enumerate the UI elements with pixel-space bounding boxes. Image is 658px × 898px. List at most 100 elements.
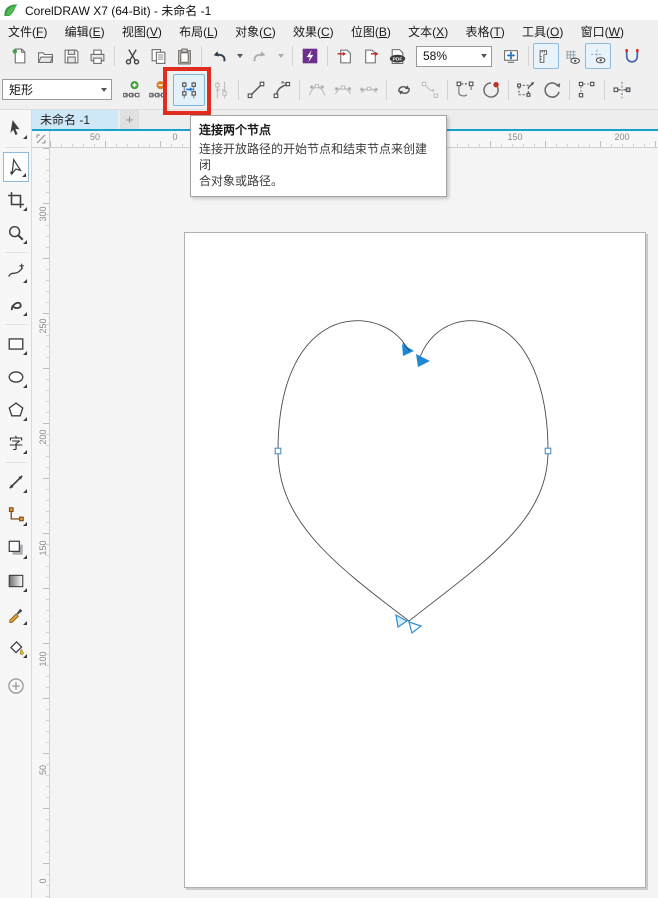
save-button[interactable] — [58, 43, 84, 69]
freehand-tool[interactable] — [3, 257, 29, 287]
menu-file[interactable]: 文件(F) — [8, 23, 47, 40]
hruler-label: 50 — [89, 132, 101, 142]
break-node-button[interactable] — [208, 77, 234, 103]
svg-text:字: 字 — [8, 436, 23, 452]
rotate-skew-nodes-button[interactable] — [539, 77, 565, 103]
new-document-button[interactable] — [6, 43, 32, 69]
polygon-tool[interactable] — [3, 395, 29, 425]
hruler-label: 150 — [507, 132, 523, 142]
menu-bitmaps[interactable]: 位图(B) — [351, 23, 391, 40]
document-tab-active[interactable]: 未命名 -1 — [32, 110, 118, 129]
application-launcher-button[interactable] — [297, 43, 323, 69]
show-grid-toggle[interactable] — [559, 43, 585, 69]
new-document-tab-button[interactable]: + — [120, 110, 139, 129]
menu-window[interactable]: 窗口(W) — [581, 23, 624, 40]
undo-button[interactable] — [206, 43, 232, 69]
symmetrical-node-button[interactable] — [356, 77, 382, 103]
curve-node-left — [274, 447, 282, 455]
cusp-node-button[interactable] — [304, 77, 330, 103]
hruler-label: 200 — [614, 132, 630, 142]
menu-object[interactable]: 对象(C) — [235, 23, 276, 40]
hruler-label: 0 — [172, 132, 178, 142]
shape-preset-value: 矩形 — [9, 83, 34, 97]
extend-curve-to-close-button[interactable] — [452, 77, 478, 103]
stretch-nodes-button[interactable] — [513, 77, 539, 103]
paste-button[interactable] — [171, 43, 197, 69]
join-two-nodes-button[interactable] — [173, 73, 205, 106]
full-screen-preview-button[interactable] — [498, 43, 524, 69]
tooltip-body-line2: 合对象或路径。 — [199, 174, 284, 188]
heart-path — [277, 320, 549, 622]
menu-table[interactable]: 表格(T) — [465, 23, 504, 40]
selected-node-arrow-1 — [402, 344, 414, 356]
convert-to-curve-button[interactable] — [269, 77, 295, 103]
transparency-tool[interactable] — [3, 566, 29, 596]
vertical-ruler[interactable]: 300 250 200 150 100 50 0 — [32, 148, 50, 898]
add-tools-button[interactable] — [3, 671, 29, 701]
add-node-button[interactable] — [118, 77, 144, 103]
smooth-node-button[interactable] — [330, 77, 356, 103]
snap-off-button[interactable] — [619, 43, 645, 69]
close-curve-button[interactable] — [478, 77, 504, 103]
ruler-origin-icon — [36, 134, 45, 144]
parallel-dimension-tool[interactable] — [3, 467, 29, 497]
reflect-nodes-horizontally-button[interactable] — [609, 77, 635, 103]
tip-node-marker-1 — [395, 613, 409, 629]
shape-tool[interactable] — [2, 152, 29, 182]
extract-subpath-button[interactable] — [417, 77, 443, 103]
color-eyedropper-tool[interactable] — [3, 599, 29, 629]
menu-layout[interactable]: 布局(L) — [179, 23, 218, 40]
ruler-origin[interactable] — [32, 131, 50, 148]
align-nodes-button[interactable] — [574, 77, 600, 103]
toolbox: 字 — [0, 110, 32, 898]
delete-node-button[interactable] — [144, 77, 170, 103]
pick-tool[interactable] — [3, 113, 29, 143]
property-bar: 矩形 — [0, 70, 658, 110]
tip-node-marker-2 — [408, 621, 423, 635]
vruler-label: 200 — [38, 429, 48, 445]
ellipse-tool[interactable] — [3, 362, 29, 392]
menu-tools[interactable]: 工具(O) — [522, 23, 563, 40]
convert-to-line-button[interactable] — [243, 77, 269, 103]
undo-dropdown-button[interactable] — [232, 43, 247, 69]
svg-text:PDF: PDF — [392, 56, 402, 62]
export-button[interactable] — [358, 43, 384, 69]
coreldraw-logo-icon — [4, 3, 18, 16]
menu-text[interactable]: 文本(X) — [408, 23, 448, 40]
publish-pdf-button[interactable]: PDF — [384, 43, 410, 69]
zoom-tool[interactable] — [3, 218, 29, 248]
open-button[interactable] — [32, 43, 58, 69]
copy-button[interactable] — [145, 43, 171, 69]
rectangle-tool[interactable] — [3, 329, 29, 359]
print-button[interactable] — [84, 43, 110, 69]
crop-tool[interactable] — [3, 185, 29, 215]
canvas-area[interactable] — [50, 148, 658, 898]
vruler-label: 50 — [38, 765, 48, 776]
reverse-direction-button[interactable] — [391, 77, 417, 103]
interactive-fill-tool[interactable] — [3, 632, 29, 662]
import-button[interactable] — [332, 43, 358, 69]
show-guidelines-toggle[interactable] — [585, 43, 611, 69]
shape-preset-combo[interactable]: 矩形 — [2, 79, 112, 100]
connector-tool[interactable] — [3, 500, 29, 530]
drop-shadow-tool[interactable] — [3, 533, 29, 563]
vruler-label: 300 — [38, 206, 48, 222]
show-rulers-toggle[interactable] — [533, 43, 559, 69]
window-title: CorelDRAW X7 (64-Bit) - 未命名 -1 — [25, 3, 212, 18]
redo-dropdown-button[interactable] — [273, 43, 288, 69]
selected-node-arrow-2 — [416, 354, 430, 367]
tooltip-title: 连接两个节点 — [199, 123, 272, 137]
zoom-level-combo[interactable]: 58% — [416, 45, 492, 67]
menu-edit[interactable]: 编辑(E) — [65, 23, 105, 40]
artistic-media-tool[interactable] — [3, 290, 29, 320]
cut-button[interactable] — [119, 43, 145, 69]
vruler-label: 100 — [38, 651, 48, 667]
menu-effects[interactable]: 效果(C) — [293, 23, 334, 40]
curve-node-right — [544, 447, 552, 455]
redo-button[interactable] — [247, 43, 273, 69]
text-tool[interactable]: 字 — [3, 428, 29, 458]
heart-curve-drawing[interactable] — [50, 148, 658, 898]
vruler-label: 150 — [38, 540, 48, 556]
menu-view[interactable]: 视图(V) — [122, 23, 162, 40]
standard-toolbar: PDF 58% — [0, 42, 658, 70]
